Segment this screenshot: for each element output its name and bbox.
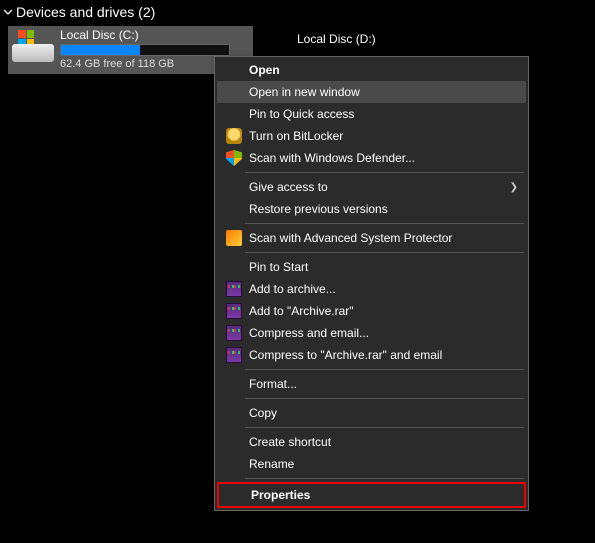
drive-d-label: Local Disc (D:) bbox=[297, 32, 376, 46]
menu-open[interactable]: Open bbox=[217, 59, 526, 81]
bitlocker-icon bbox=[226, 128, 242, 144]
chevron-down-icon bbox=[2, 6, 14, 18]
menu-restore-versions[interactable]: Restore previous versions bbox=[217, 198, 526, 220]
menu-open-new-window[interactable]: Open in new window bbox=[217, 81, 526, 103]
devices-section-header[interactable]: Devices and drives (2) bbox=[0, 0, 595, 24]
context-menu: Open Open in new window Pin to Quick acc… bbox=[214, 56, 529, 511]
drive-c-freespace: 62.4 GB free of 118 GB bbox=[60, 58, 230, 71]
menu-separator bbox=[245, 369, 524, 370]
menu-pin-quick-access[interactable]: Pin to Quick access bbox=[217, 103, 526, 125]
menu-asp-scan[interactable]: Scan with Advanced System Protector bbox=[217, 227, 526, 249]
asp-icon bbox=[226, 230, 242, 246]
menu-separator bbox=[245, 398, 524, 399]
section-title: Devices and drives (2) bbox=[16, 4, 155, 20]
defender-shield-icon bbox=[226, 150, 242, 166]
menu-properties[interactable]: Properties bbox=[219, 484, 524, 506]
menu-bitlocker[interactable]: Turn on BitLocker bbox=[217, 125, 526, 147]
submenu-arrow-icon: ❯ bbox=[510, 182, 518, 193]
properties-highlight: Properties bbox=[217, 482, 526, 508]
menu-add-archive-rar[interactable]: Add to "Archive.rar" bbox=[217, 300, 526, 322]
winrar-icon bbox=[226, 347, 242, 363]
winrar-icon bbox=[226, 303, 242, 319]
menu-separator bbox=[245, 252, 524, 253]
menu-give-access[interactable]: Give access to ❯ bbox=[217, 176, 526, 198]
drive-c-storage-bar bbox=[60, 44, 230, 56]
menu-compress-email[interactable]: Compress and email... bbox=[217, 322, 526, 344]
winrar-icon bbox=[226, 281, 242, 297]
menu-create-shortcut[interactable]: Create shortcut bbox=[217, 431, 526, 453]
menu-separator bbox=[245, 223, 524, 224]
menu-defender[interactable]: Scan with Windows Defender... bbox=[217, 147, 526, 169]
menu-add-archive[interactable]: Add to archive... bbox=[217, 278, 526, 300]
menu-compress-archive-email[interactable]: Compress to "Archive.rar" and email bbox=[217, 344, 526, 366]
menu-separator bbox=[245, 478, 524, 479]
winrar-icon bbox=[226, 325, 242, 341]
drive-icon bbox=[12, 30, 54, 66]
menu-pin-start[interactable]: Pin to Start bbox=[217, 256, 526, 278]
menu-format[interactable]: Format... bbox=[217, 373, 526, 395]
drive-c-label: Local Disc (C:) bbox=[60, 28, 230, 42]
menu-separator bbox=[245, 172, 524, 173]
menu-copy[interactable]: Copy bbox=[217, 402, 526, 424]
menu-rename[interactable]: Rename bbox=[217, 453, 526, 475]
menu-separator bbox=[245, 427, 524, 428]
